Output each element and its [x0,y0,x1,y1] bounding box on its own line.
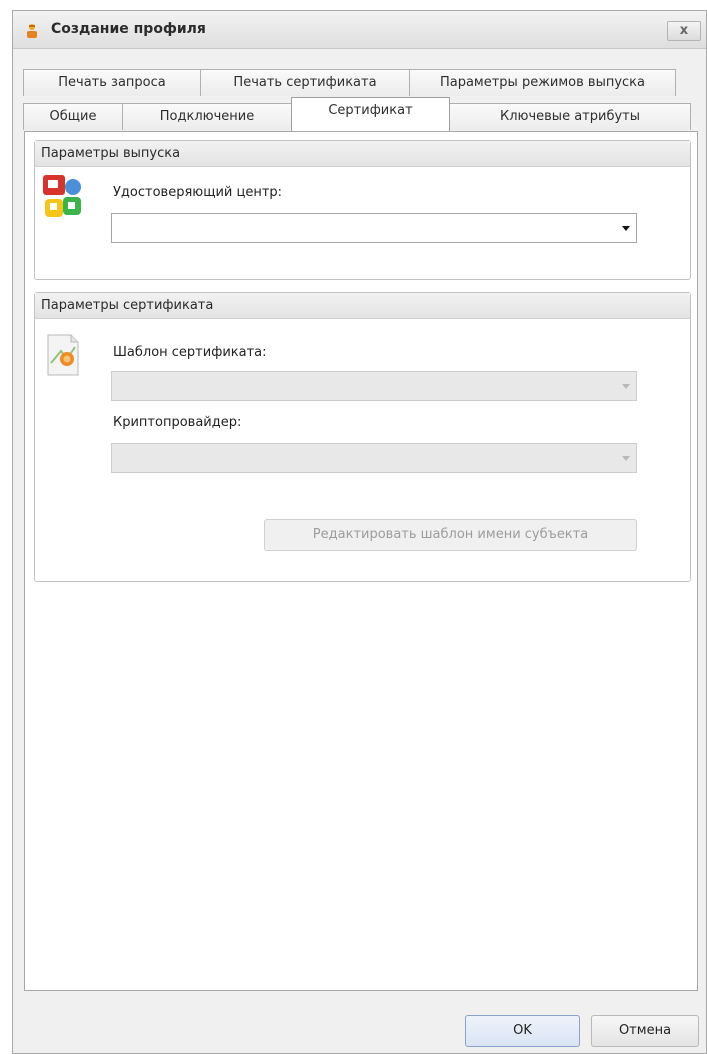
csp-select[interactable] [111,443,637,473]
issue-params-group: Параметры выпуска Удостоверяющий центр: [34,140,691,280]
template-select[interactable] [111,371,637,401]
tab-print-certificate[interactable]: Печать сертификата [200,69,410,96]
edit-subject-template-button[interactable]: Редактировать шаблон имени субъекта [264,519,637,551]
template-label: Шаблон сертификата: [113,345,267,360]
tab-print-request[interactable]: Печать запроса [23,69,201,96]
tab-connection[interactable]: Подключение [122,103,292,130]
title-bar: Создание профиля x [13,11,706,49]
tab-content-panel: Параметры выпуска Удостоверяющий центр: … [24,131,698,991]
chevron-down-icon [622,456,630,461]
profile-icon [27,24,37,38]
ok-button[interactable]: OK [465,1015,580,1047]
group-header: Параметры выпуска [35,141,690,167]
chevron-down-icon [622,384,630,389]
ca-label: Удостоверяющий центр: [113,185,283,200]
tab-issue-modes[interactable]: Параметры режимов выпуска [409,69,676,96]
dialog-window: Создание профиля x Печать запроса Печать… [12,10,707,1054]
close-button[interactable]: x [667,21,701,41]
chevron-down-icon [622,226,630,231]
certificate-authority-icon [43,175,81,217]
tab-key-attributes[interactable]: Ключевые атрибуты [449,103,691,130]
tab-general[interactable]: Общие [23,103,123,130]
certificate-icon [47,334,79,376]
button-bar: OK Отмена [13,993,706,1053]
ca-select[interactable] [111,213,637,243]
window-title: Создание профиля [51,21,206,37]
cancel-button[interactable]: Отмена [591,1015,699,1047]
group-header: Параметры сертификата [35,293,690,319]
csp-label: Криптопровайдер: [113,415,242,430]
tab-certificate[interactable]: Сертификат [291,97,450,131]
close-icon: x [679,23,689,38]
cert-params-group: Параметры сертификата Шаблон сертификата… [34,292,691,582]
